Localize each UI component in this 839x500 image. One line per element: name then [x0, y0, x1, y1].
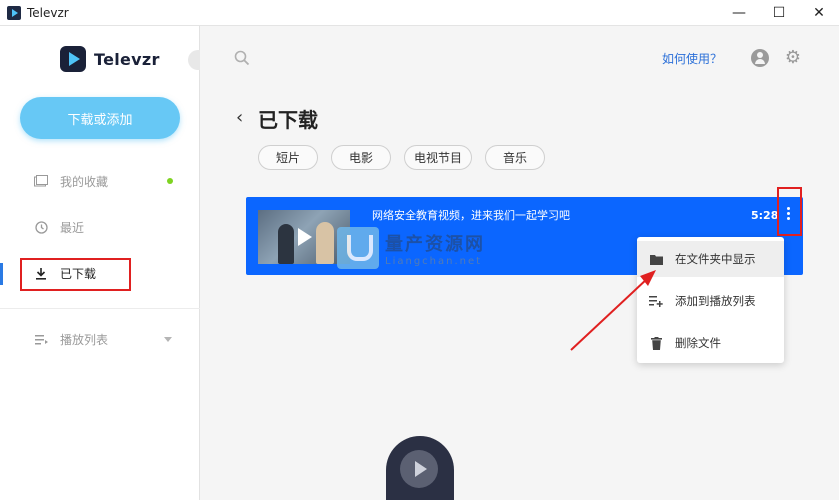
annotation-arrow: [570, 270, 656, 351]
player-play-button[interactable]: [400, 450, 438, 488]
